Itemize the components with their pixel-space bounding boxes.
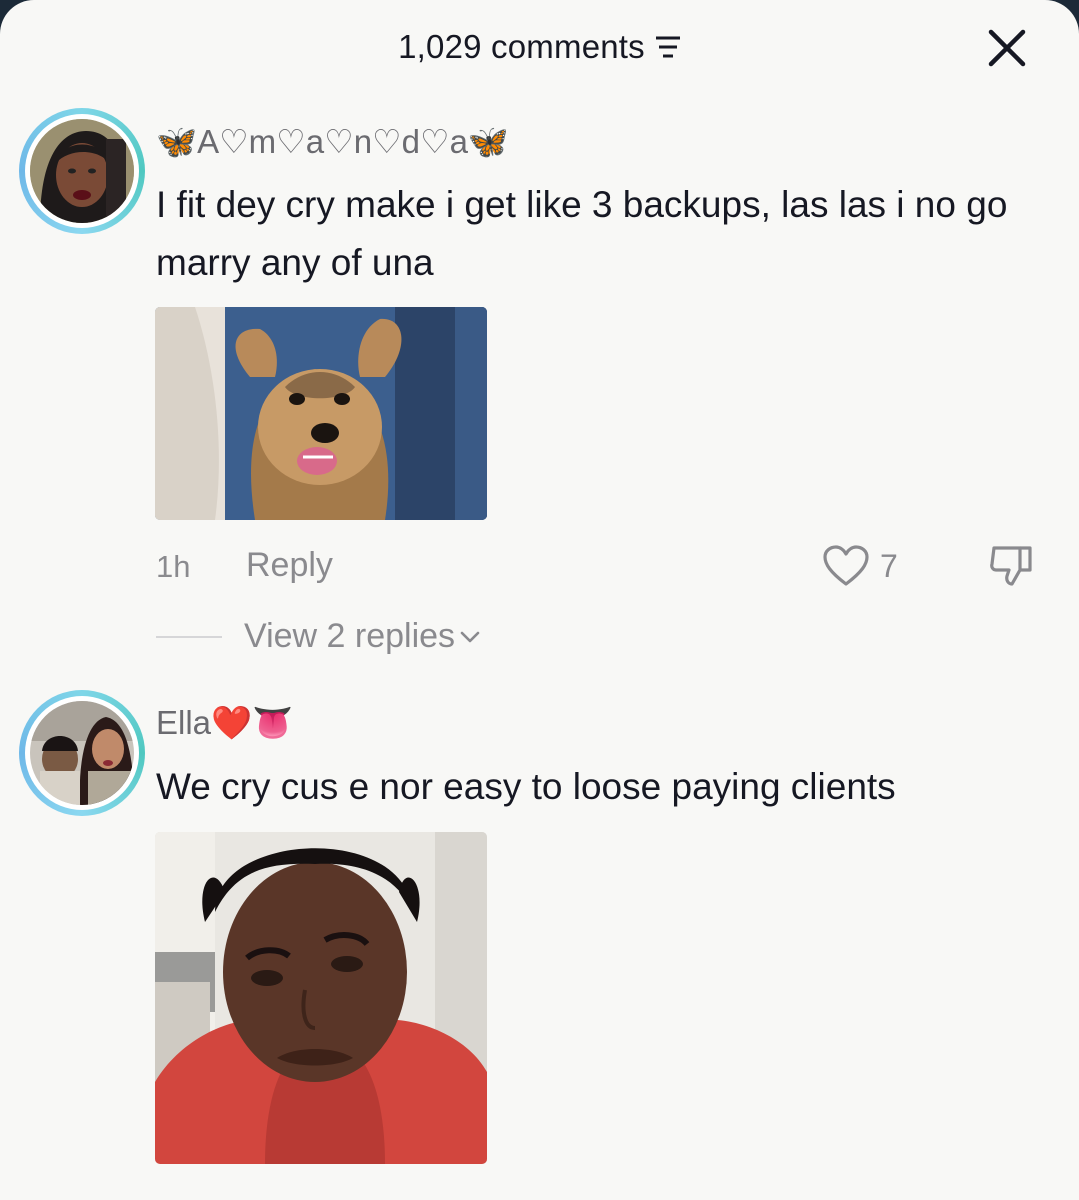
close-icon[interactable] [985, 26, 1029, 70]
comments-sheet: 1,029 comments 🦋A♡m♡a♡n♡d♡a🦋 I fit dey c… [0, 0, 1079, 1200]
comment-timestamp: 1h [156, 549, 191, 584]
like-count: 7 [880, 547, 898, 584]
comment-text: We cry cus e nor easy to loose paying cl… [156, 766, 896, 807]
view-replies-label: View 2 replies [244, 617, 456, 655]
comments-header: 1,029 comments [0, 22, 1079, 72]
comment-username[interactable]: 🦋A♡m♡a♡n♡d♡a🦋 [156, 122, 509, 162]
like-button[interactable]: 7 [822, 544, 898, 588]
comments-count: 1,029 comments [398, 28, 645, 65]
comment-sticker-image[interactable] [155, 307, 487, 520]
comment-text: I fit dey cry make i get like 3 backups,… [156, 184, 1008, 283]
avatar-image [30, 119, 134, 223]
heart-icon [823, 545, 869, 586]
dislike-icon[interactable] [988, 544, 1036, 590]
comment-username[interactable]: Ella❤️👅 [156, 704, 293, 743]
avatar[interactable] [19, 108, 145, 234]
chevron-down-icon [460, 631, 480, 642]
avatar[interactable] [19, 690, 145, 816]
avatar-image [30, 701, 134, 805]
comments-count-button[interactable]: 1,029 comments [398, 22, 681, 72]
sort-filter-icon[interactable] [655, 35, 681, 59]
comment-sticker-image[interactable] [155, 832, 487, 1164]
view-replies-button[interactable]: View 2 replies [156, 617, 481, 656]
replies-divider-line [156, 635, 222, 638]
reply-button[interactable]: Reply [246, 546, 333, 585]
